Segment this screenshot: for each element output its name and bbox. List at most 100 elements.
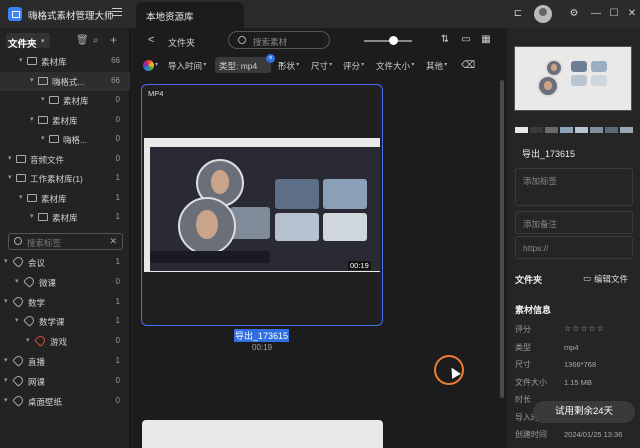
color-swatch[interactable] [515, 127, 528, 133]
sidebar-tag-item[interactable]: ▾ 游戏 0 [0, 332, 130, 351]
sidebar-tag-item[interactable]: ▾ 微课 0 [0, 273, 130, 292]
back-button[interactable]: < [148, 34, 154, 46]
asset-search-input[interactable]: 搜索素材 [228, 31, 330, 49]
scrollbar[interactable] [500, 80, 504, 398]
sidebar-folder-item[interactable]: ▾ 音频文件 0 [0, 150, 130, 169]
chevron-down-icon[interactable]: ▾ [41, 37, 45, 45]
color-swatch[interactable] [530, 127, 543, 133]
trash-icon[interactable]: 🗑 [76, 35, 89, 46]
monitor-icon[interactable]: ▭ [459, 33, 473, 47]
star-icon[interactable]: ☆ [597, 324, 604, 333]
chevron-down-icon[interactable]: ▾ [4, 376, 8, 384]
settings-icon[interactable]: ⚙ [567, 7, 581, 21]
menu-icon[interactable] [112, 8, 122, 16]
chevron-down-icon[interactable]: ▾ [30, 115, 34, 123]
breadcrumb-folder[interactable]: 文件夹 [168, 36, 195, 49]
sidebar-folder-item[interactable]: ▾ 嗨格... 0 [0, 130, 130, 149]
chevron-down-icon[interactable]: ▾ [411, 61, 414, 68]
folder-count: 1 [115, 173, 120, 182]
chevron-down-icon[interactable]: ▾ [30, 212, 34, 220]
chevron-down-icon[interactable]: ▾ [8, 154, 12, 162]
rating-stars[interactable]: ☆☆☆☆☆ [564, 323, 605, 333]
color-swatch[interactable] [620, 127, 633, 133]
filter-dropdown[interactable]: 其他 [426, 60, 443, 72]
minimize-icon[interactable]: — [589, 7, 603, 21]
sidebar-folder-item[interactable]: ▾ 嗨格式... 66 [0, 71, 130, 91]
folder-edit-icon[interactable]: ▭ [583, 273, 591, 284]
sidebar-tag-item[interactable]: ▾ 网课 0 [0, 372, 130, 391]
sidebar-folder-item[interactable]: ▾ 素材库 66 [0, 52, 130, 71]
chevron-down-icon[interactable]: ▾ [4, 257, 8, 265]
sidebar-folder-item[interactable]: ▾ 素材库 0 [0, 111, 130, 130]
sidebar-tag-item[interactable]: ▾ 直播 1 [0, 352, 130, 371]
chevron-down-icon[interactable]: ▾ [19, 193, 23, 201]
filter-dropdown[interactable]: 形状 [278, 60, 295, 72]
color-swatch[interactable] [545, 127, 558, 133]
sidebar-folder-item[interactable]: ▾ 素材库 1 [0, 189, 130, 208]
chevron-down-icon[interactable]: ▾ [8, 173, 12, 181]
tag-search-input[interactable]: 搜索标签 ✕ [8, 233, 123, 250]
url-field[interactable]: https:// [515, 236, 633, 259]
color-swatch[interactable] [560, 127, 573, 133]
chevron-down-icon[interactable]: ▾ [15, 277, 19, 285]
edit-folder-button[interactable]: 编辑文件 [594, 273, 628, 285]
color-filter-icon[interactable] [143, 60, 154, 71]
star-icon[interactable]: ☆ [572, 324, 579, 333]
thumbnail-tile [275, 213, 319, 241]
thumbnail-screen [150, 147, 380, 271]
chevron-down-icon[interactable]: ▾ [26, 336, 30, 344]
close-icon[interactable]: ✕ [625, 7, 639, 21]
filter-dropdown[interactable]: 导入时间 [168, 60, 202, 72]
color-swatch[interactable] [590, 127, 603, 133]
tag-count: 0 [115, 375, 120, 385]
chevron-down-icon[interactable]: ▾ [4, 356, 8, 364]
chevron-down-icon[interactable]: ▾ [30, 76, 34, 84]
chevron-down-icon[interactable]: ▾ [361, 61, 364, 68]
filter-dropdown[interactable]: 类型: mp4 [219, 60, 257, 72]
sidebar-tag-item[interactable]: ▾ 数学课 1 [0, 312, 130, 331]
chevron-down-icon[interactable]: ▾ [19, 56, 23, 64]
chevron-down-icon[interactable]: ▾ [155, 61, 158, 68]
zoom-slider-thumb[interactable] [388, 36, 398, 45]
add-icon[interactable]: + [110, 33, 117, 47]
chevron-down-icon[interactable]: ▾ [329, 61, 332, 68]
asset-name[interactable]: 导出_173615 [234, 329, 290, 342]
filter-dropdown[interactable]: 评分 [343, 60, 360, 72]
trial-toast[interactable]: 试用剩余24天 [533, 401, 635, 423]
star-icon[interactable]: ☆ [564, 324, 571, 333]
chevron-down-icon[interactable]: ▾ [4, 297, 8, 305]
grid-view-icon[interactable]: ▦ [479, 33, 493, 47]
asset-card[interactable] [142, 420, 383, 448]
filter-dropdown[interactable]: 尺寸 [311, 60, 328, 72]
star-icon[interactable]: ☆ [589, 324, 596, 333]
filter-dropdown[interactable]: 文件大小 [376, 60, 410, 72]
name-field[interactable]: 导出_173615 [515, 141, 633, 164]
color-swatch[interactable] [605, 127, 618, 133]
sidebar-folder-item[interactable]: ▾ 素材库 0 [0, 91, 130, 110]
clear-filter-icon[interactable]: ⌫ [461, 59, 475, 73]
tag-field[interactable]: 添加标签 [515, 168, 633, 206]
sidebar-toggle-icon[interactable]: ⊏ [511, 7, 525, 21]
chevron-down-icon[interactable]: ▾ [41, 134, 45, 142]
avatar[interactable] [534, 5, 552, 23]
chevron-down-icon[interactable]: ▾ [444, 61, 447, 68]
sidebar-folder-item[interactable]: ▾ 工作素材库(1) 1 [0, 169, 130, 188]
search-icon[interactable]: ⌕ [93, 35, 99, 46]
chevron-down-icon[interactable]: ▾ [203, 61, 206, 68]
maximize-icon[interactable]: ☐ [607, 7, 621, 21]
filter-clear-badge[interactable]: × [266, 54, 275, 63]
note-field[interactable]: 添加备注 [515, 211, 633, 234]
sort-icon[interactable]: ⇅ [438, 33, 452, 47]
sidebar-folder-header[interactable]: 文件夹 [8, 36, 37, 50]
color-swatch[interactable] [575, 127, 588, 133]
chevron-down-icon[interactable]: ▾ [41, 95, 45, 103]
sidebar-tag-item[interactable]: ▾ 数学 1 [0, 293, 130, 312]
sidebar-tag-item[interactable]: ▾ 会议 1 [0, 253, 130, 272]
sidebar-folder-item[interactable]: ▾ 素材库 1 [0, 208, 130, 227]
chevron-down-icon[interactable]: ▾ [4, 396, 8, 404]
chevron-down-icon[interactable]: ▾ [15, 316, 19, 324]
sidebar-tag-item[interactable]: ▾ 桌面壁纸 0 [0, 392, 130, 411]
clear-icon[interactable]: ✕ [109, 236, 117, 247]
chevron-down-icon[interactable]: ▾ [296, 61, 299, 68]
star-icon[interactable]: ☆ [580, 324, 587, 333]
